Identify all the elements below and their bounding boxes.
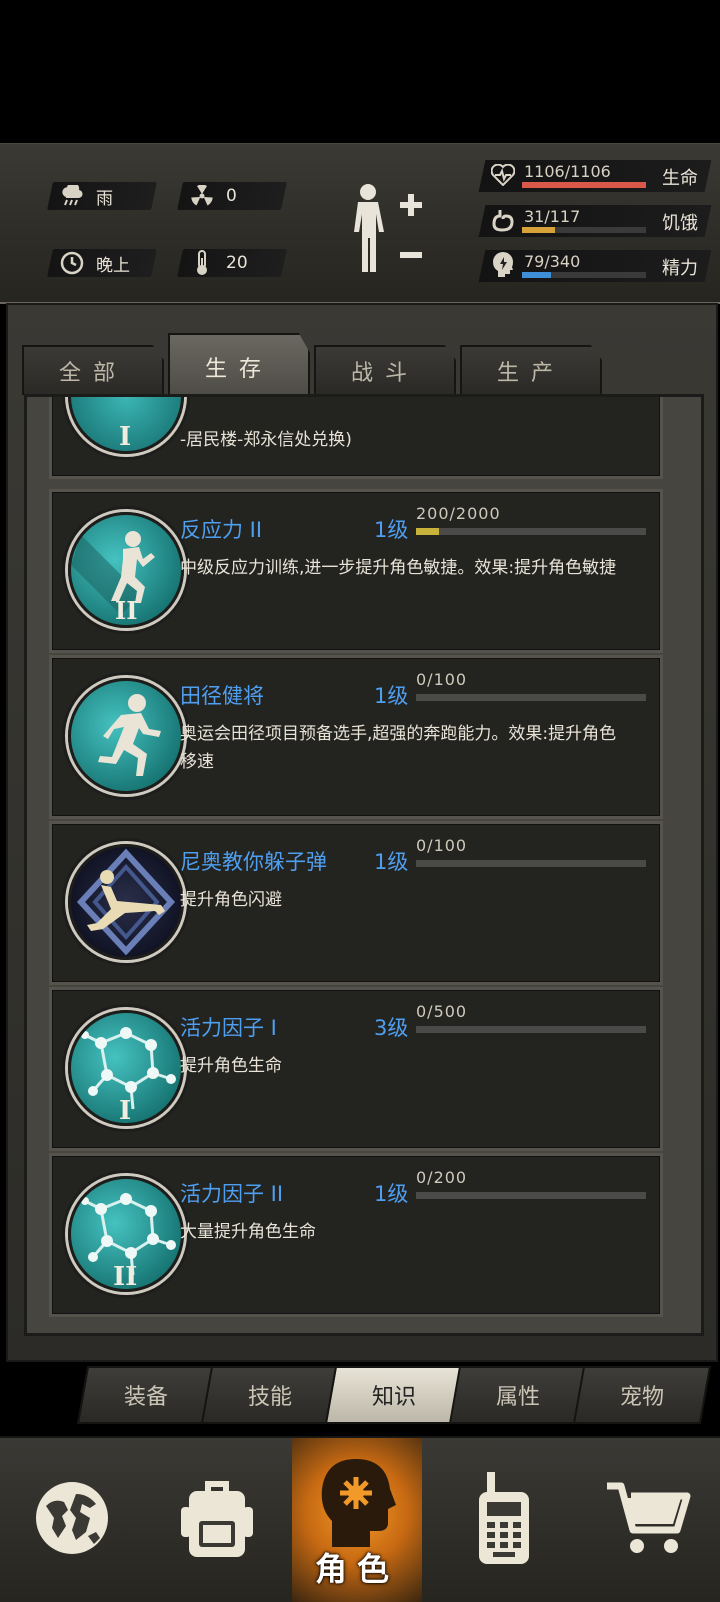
nav-radio[interactable] [432,1438,576,1602]
skill-level: 1级 [374,684,409,708]
globe-icon [32,1478,112,1562]
health-fill [522,182,646,188]
skill-desc: 大量提升角色生命 [180,1222,316,1242]
hunger-value: 31/117 [524,207,581,226]
walkie-talkie-icon [469,1468,539,1572]
tab-skills-label: 技能 [247,1385,292,1410]
skill-progress-track [416,694,646,701]
molecule-icon: I [68,1010,184,1126]
shopping-cart-icon [603,1478,693,1562]
skill-progress-track [416,528,646,535]
skill-xp: 0/100 [416,670,468,689]
skill-progress-track [416,1026,646,1033]
svg-text:II: II [113,1262,137,1289]
hunger-label: 饥饿 [662,213,698,234]
energy-bar-row: 79/340 精力 [0,250,720,282]
health-track [522,182,646,188]
skill-name: 尼奥教你躲子弹 [180,850,327,874]
tab-attributes-label: 属性 [495,1385,540,1410]
skill-card[interactable]: I 活力因子 I 3级 0/500 提升角色生命 [49,987,663,1151]
tab-production[interactable]: 生产 [460,345,602,395]
health-value: 1106/1106 [524,162,611,181]
tab-skills[interactable]: 技能 [200,1366,340,1424]
skill-icon-partial: I [68,397,184,454]
stomach-icon [490,207,516,233]
tab-pets-label: 宠物 [619,1385,664,1410]
skill-level: 3级 [374,1016,409,1040]
nav-backpack[interactable] [144,1438,290,1602]
tab-knowledge-label: 知识 [371,1385,416,1410]
skill-xp: 0/200 [416,1168,468,1187]
nav-character[interactable]: 角色 [292,1438,422,1602]
skill-level: 1级 [374,850,409,874]
skill-desc: 奥运会田径项目预备选手,超强的奔跑能力。效果:提升角色移速 [180,724,617,772]
skill-xp: 200/2000 [416,504,501,523]
skill-progress-track [416,1192,646,1199]
svg-text:II: II [115,596,137,625]
hunger-track [522,227,646,233]
tab-equipment-label: 装备 [123,1385,168,1410]
skill-level: 1级 [374,1182,409,1206]
energy-label: 精力 [662,258,698,279]
running-icon [68,678,184,794]
bottom-nav: 角色 [0,1436,720,1602]
skill-progress-fill [416,528,439,535]
hunger-bar-row: 31/117 饥饿 [0,205,720,237]
skill-level: 1级 [374,518,409,542]
skill-name: 反应力 II [180,518,263,542]
skill-card[interactable]: II 反应力 II 1级 200/2000 中级反应力训练,进一步提升角色敏捷。… [49,489,663,653]
skill-name: 活力因子 II [180,1182,284,1206]
svg-text:I: I [119,422,131,451]
health-bar-row: 1106/1106 生命 [0,160,720,192]
svg-text:I: I [119,1096,131,1123]
tab-survival[interactable]: 生存 [168,333,310,399]
skill-card[interactable]: II 活力因子 II 1级 0/200 大量提升角色生命 [49,1153,663,1317]
tab-combat[interactable]: 战斗 [314,345,456,395]
energy-track [522,272,646,278]
backpack-icon [177,1473,257,1567]
dodge-pose-icon [68,844,184,960]
skill-xp: 0/100 [416,836,468,855]
tab-pets[interactable]: 宠物 [572,1366,712,1424]
tab-equipment[interactable]: 装备 [76,1366,216,1424]
skill-card[interactable]: 田径健将 1级 0/100 奥运会田径项目预备选手,超强的奔跑能力。效果:提升角… [49,655,663,819]
energy-value: 79/340 [524,252,581,271]
agility-pose-icon: II [68,512,184,628]
skill-name: 活力因子 I [180,1016,277,1040]
skill-xp: 0/500 [416,1002,468,1021]
nav-character-label: 角色 [314,1550,399,1588]
health-label: 生命 [662,168,698,189]
energy-fill [522,272,551,278]
nav-shop[interactable] [576,1438,720,1602]
character-head-icon [312,1453,402,1557]
skill-card-partial[interactable]: I -居民楼-郑永信处兑换) [49,397,663,479]
energy-head-icon [490,252,516,278]
skill-desc: 中级反应力训练,进一步提升角色敏捷。效果:提升角色敏捷 [180,558,617,578]
skill-desc: 提升角色闪避 [180,890,282,910]
skill-list[interactable]: I -居民楼-郑永信处兑换) II 反应力 II 1级 200/2000 中级反… [24,394,704,1336]
hunger-fill [522,227,555,233]
tab-all[interactable]: 全部 [22,345,164,395]
skill-desc-partial: -居民楼-郑永信处兑换) [180,430,352,450]
skill-name: 田径健将 [180,684,264,708]
sub-tab-bar: 装备 技能 知识 属性 宠物 [70,1366,712,1424]
tab-attributes[interactable]: 属性 [448,1366,588,1424]
heart-icon [490,162,516,188]
molecule-icon: II [68,1176,184,1292]
nav-map[interactable] [0,1438,144,1602]
tab-knowledge[interactable]: 知识 [324,1366,464,1424]
skill-card[interactable]: 尼奥教你躲子弹 1级 0/100 提升角色闪避 [49,821,663,985]
skill-desc: 提升角色生命 [180,1056,282,1076]
skill-progress-track [416,860,646,867]
